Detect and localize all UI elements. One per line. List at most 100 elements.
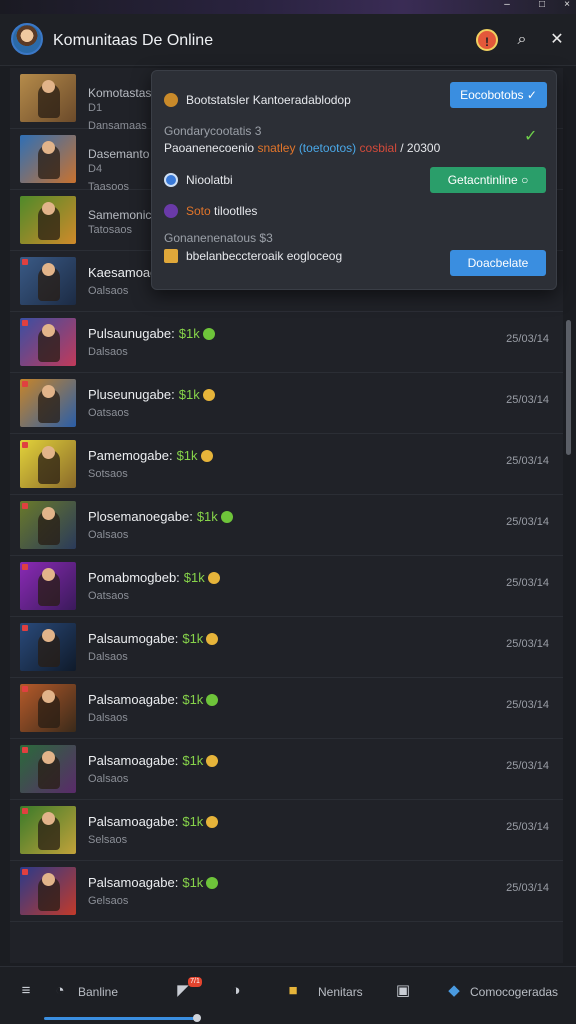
list-item-title: Palsaumogabe: $1k (88, 631, 219, 646)
character-head (42, 751, 55, 764)
popup-line-5: Soto tilootlles (164, 204, 257, 218)
list-item[interactable]: Palsamoagabe: $1k Selsaos 25/03/14 (10, 800, 563, 861)
game-thumbnail (20, 74, 76, 122)
emoji-icon (207, 572, 220, 584)
emoji-icon (202, 389, 215, 401)
price-label: $1k (178, 326, 200, 341)
avatar[interactable] (11, 23, 43, 55)
list-item-title: Palsamoagabe: $1k (88, 875, 219, 890)
popup-line-7: bbelanbeccteroaik eogloceog (164, 249, 342, 263)
list-item[interactable]: Palsamoagabe: $1k Dalsaos 25/03/14 (10, 678, 563, 739)
close-icon[interactable]: ✕ (546, 29, 568, 51)
character-head (42, 568, 55, 581)
list-item-title: Plosemanoegabe: $1k (88, 509, 233, 524)
thumbnail-badge (22, 808, 28, 814)
price-label: $1k (182, 814, 204, 829)
restore-icon[interactable]: □ (535, 0, 549, 12)
page-title: Komunitaas De Online (53, 32, 214, 49)
popup-line-4: Nioolatbi (164, 173, 233, 187)
list-item[interactable]: Pomabmogbeb: $1k Oatsaos 25/03/14 (10, 556, 563, 617)
price-label: $1k (176, 448, 198, 463)
game-thumbnail (20, 623, 76, 671)
game-thumbnail (20, 501, 76, 549)
scrollbar-track[interactable] (565, 68, 571, 963)
list-item-title: Komotastas (88, 86, 151, 100)
popup-button-1[interactable]: Eocobotobs ✓ (450, 82, 547, 108)
thumbnail-badge (22, 259, 28, 265)
game-thumbnail (20, 379, 76, 427)
thumbnail-badge (22, 564, 28, 570)
price-label: $1k (182, 631, 204, 646)
popup-line-3e: / 20300 (400, 141, 441, 155)
list-item-subtitle: Gelsaos (88, 895, 129, 907)
popup-line-5a: Soto (186, 204, 211, 218)
list-item-date: 25/03/14 (506, 638, 549, 650)
emoji-icon (202, 328, 215, 340)
list-item-subtitle: Oalsaos (88, 529, 129, 541)
notification-icon[interactable]: ! (476, 29, 498, 51)
list-item[interactable]: Palsamoagabe: $1k Gelsaos 25/03/14 (10, 861, 563, 922)
bottom-item-1[interactable]: Banline (78, 985, 118, 999)
list-item-subtitle: D4 (88, 163, 103, 175)
character-head (42, 507, 55, 520)
list-item-subtitle: Oatsaos (88, 407, 129, 419)
list-item-subtitle: Dalsaos (88, 712, 128, 724)
minimize-icon[interactable]: – (500, 0, 514, 12)
scrollbar-thumb[interactable] (566, 320, 571, 455)
popup-line-5b: tilootlles (214, 204, 258, 218)
list-item[interactable]: Palsaumogabe: $1k Dalsaos 25/03/14 (10, 617, 563, 678)
emoji-icon (206, 755, 219, 767)
thumbnail-badge (22, 625, 28, 631)
popup-line-3c: (toetootos) (298, 141, 357, 155)
list-item-title: Pomabmogbeb: $1k (88, 570, 220, 585)
popup-line-6: Gonanenenatous $3 (164, 231, 273, 245)
popup-line-7-text: bbelanbeccteroaik eogloceog (186, 249, 343, 263)
progress-bar (44, 1017, 197, 1020)
layers-icon[interactable]: ≡ (16, 981, 36, 1001)
thumbnail-badge (22, 869, 28, 875)
emoji-icon (220, 511, 233, 523)
user-icon (164, 93, 178, 107)
folder-icon[interactable]: ■ (283, 981, 303, 1001)
popup-button-3[interactable]: Doacbelate (450, 250, 546, 276)
list-item-subtitle: D1 (88, 102, 103, 114)
list-item[interactable]: Pluseunugabe: $1k Oatsaos 25/03/14 (10, 373, 563, 434)
list-item-title: Pamemogabe: $1k (88, 448, 213, 463)
image-icon[interactable]: ▣ (393, 981, 413, 1001)
popup-line-2: Gondarycootatis 3 (164, 124, 262, 138)
list-item-date: 25/03/14 (506, 455, 549, 467)
emoji-icon (206, 816, 219, 828)
list-item[interactable]: Plosemanoegabe: $1k Oalsaos 25/03/14 (10, 495, 563, 556)
bottom-item-2[interactable]: Nenitars (318, 985, 363, 999)
app-header: Komunitaas De Online ! ⌕ ✕ (0, 14, 576, 66)
bottom-item-3[interactable]: Comocogeradas (470, 985, 558, 999)
list-item-title-text: Palsamoagabe: (88, 814, 179, 829)
bottom-bar: ≡ ◔ Banline ◤ 7/1 ◑ ■ Nenitars ▣ ◆ Comoc… (0, 966, 576, 1024)
chat-icon[interactable]: ◔ (50, 981, 70, 1001)
progress-knob[interactable] (193, 1014, 201, 1022)
list-item[interactable]: Pamemogabe: $1k Sotsaos 25/03/14 (10, 434, 563, 495)
search-icon[interactable]: ⌕ (511, 29, 533, 51)
thumbnail-badge (22, 381, 28, 387)
package-icon[interactable]: ◆ (444, 981, 464, 1001)
price-label: $1k (182, 753, 204, 768)
close-window-icon[interactable]: × (560, 0, 574, 12)
character-head (42, 202, 55, 215)
list-item-title: Samemonic (88, 208, 151, 222)
list-item[interactable]: Palsamoagabe: $1k Oalsaos 25/03/14 (10, 739, 563, 800)
compass-icon[interactable]: ◑ (226, 981, 246, 1001)
list-item-title: Dasemanto (88, 147, 149, 161)
list-item-date: 25/03/14 (506, 882, 549, 894)
game-thumbnail (20, 806, 76, 854)
list-item-title: Palsamoagabe: $1k (88, 753, 219, 768)
price-label: $1k (183, 570, 205, 585)
price-label: $1k (182, 692, 204, 707)
game-thumbnail (20, 684, 76, 732)
popup-line-4-text: Nioolatbi (186, 173, 233, 187)
list-item-title-text: Pulsaunugabe: (88, 326, 175, 341)
popup-button-2[interactable]: Getacntinline ○ (430, 167, 546, 193)
list-item[interactable]: Pulsaunugabe: $1k Dalsaos 25/03/14 (10, 312, 563, 373)
emoji-icon (200, 450, 213, 462)
game-thumbnail (20, 196, 76, 244)
game-thumbnail (20, 562, 76, 610)
